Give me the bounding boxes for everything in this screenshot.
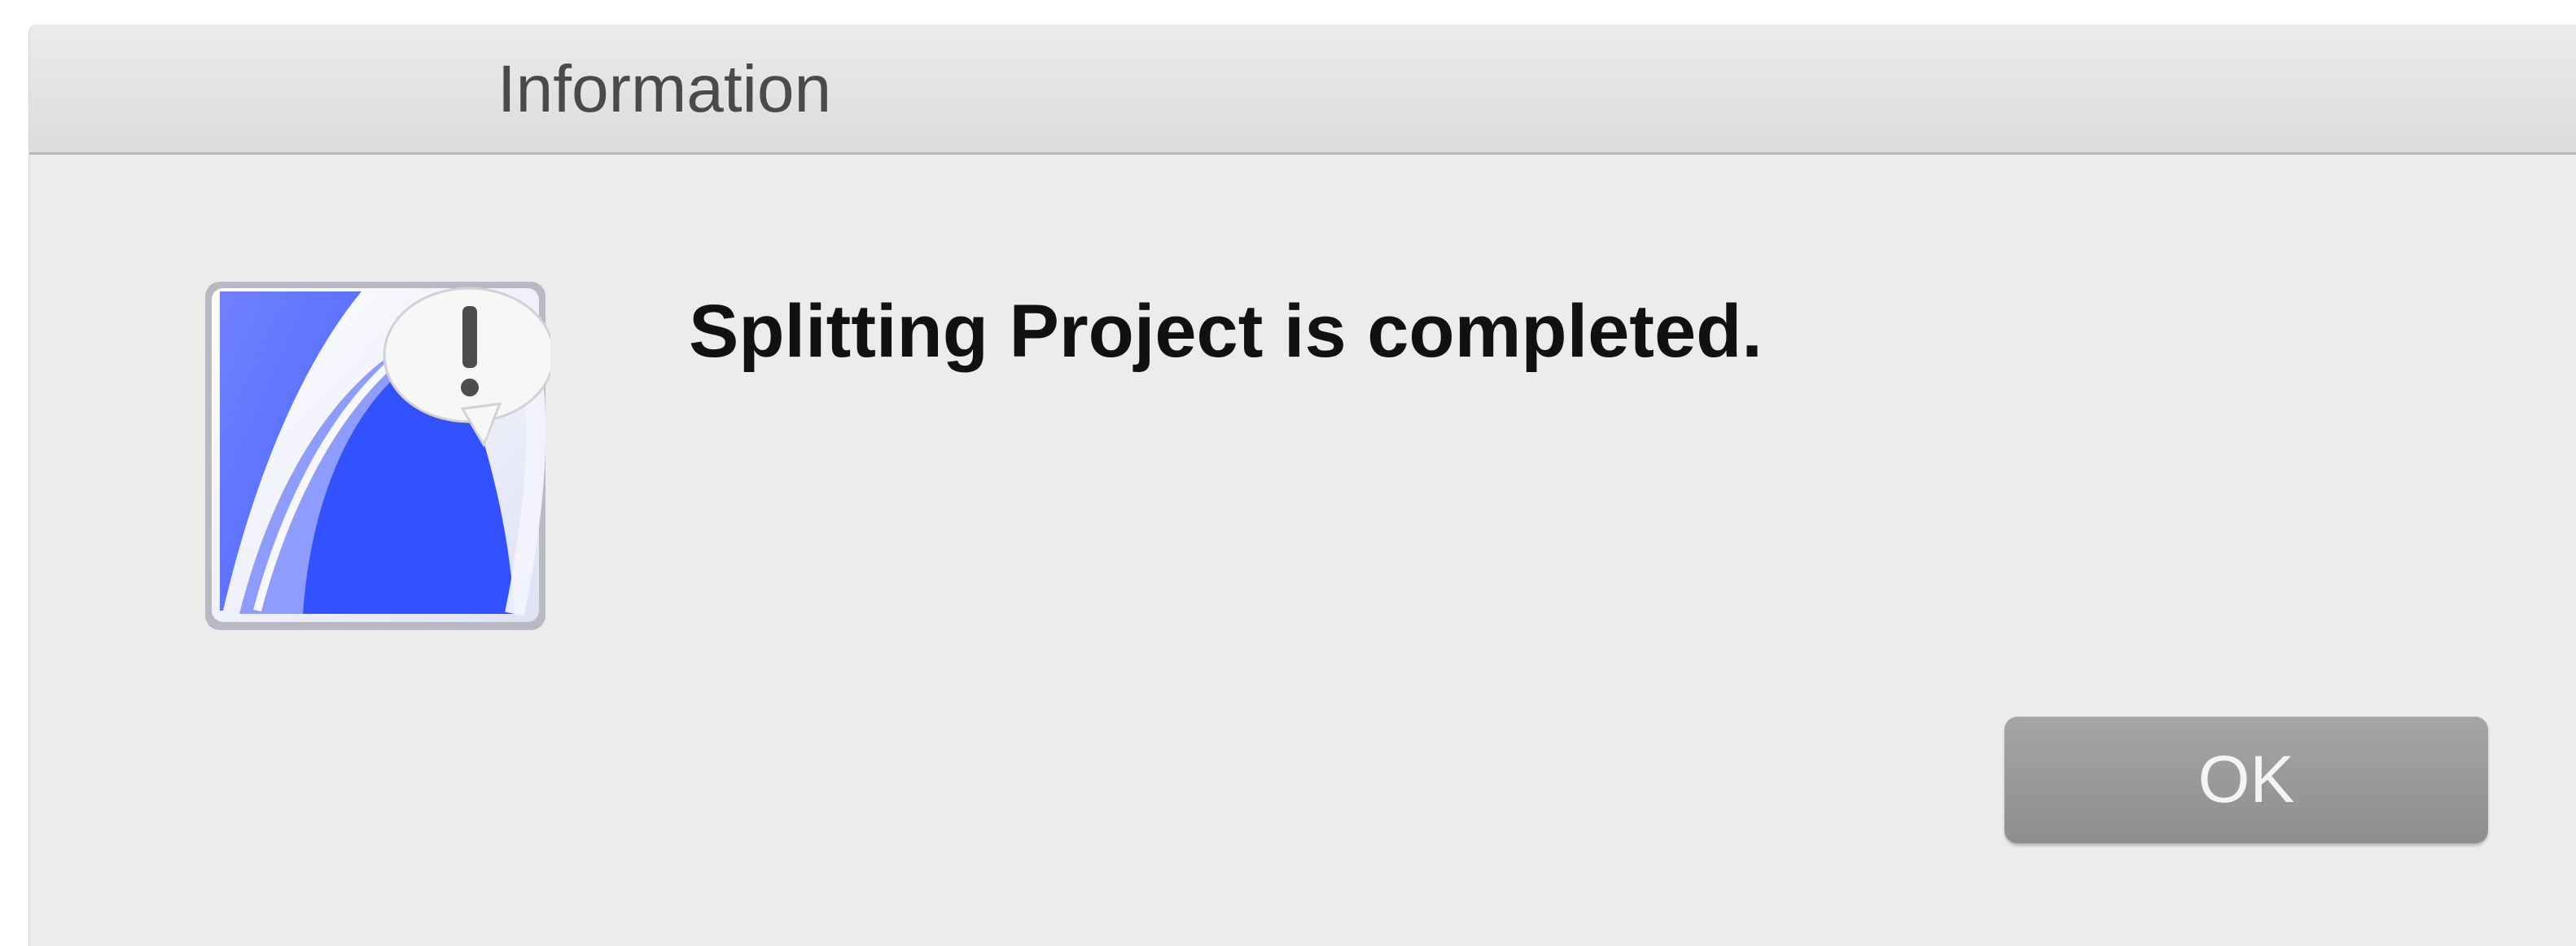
information-dialog: Information Splitting Project is complet… [29,24,2576,946]
dialog-titlebar: Information [29,24,2576,155]
ok-button[interactable]: OK [2004,716,2488,843]
dialog-message: Splitting Project is completed. [689,290,1763,373]
dialog-title: Information [497,52,832,126]
app-alert-icon [205,282,550,630]
